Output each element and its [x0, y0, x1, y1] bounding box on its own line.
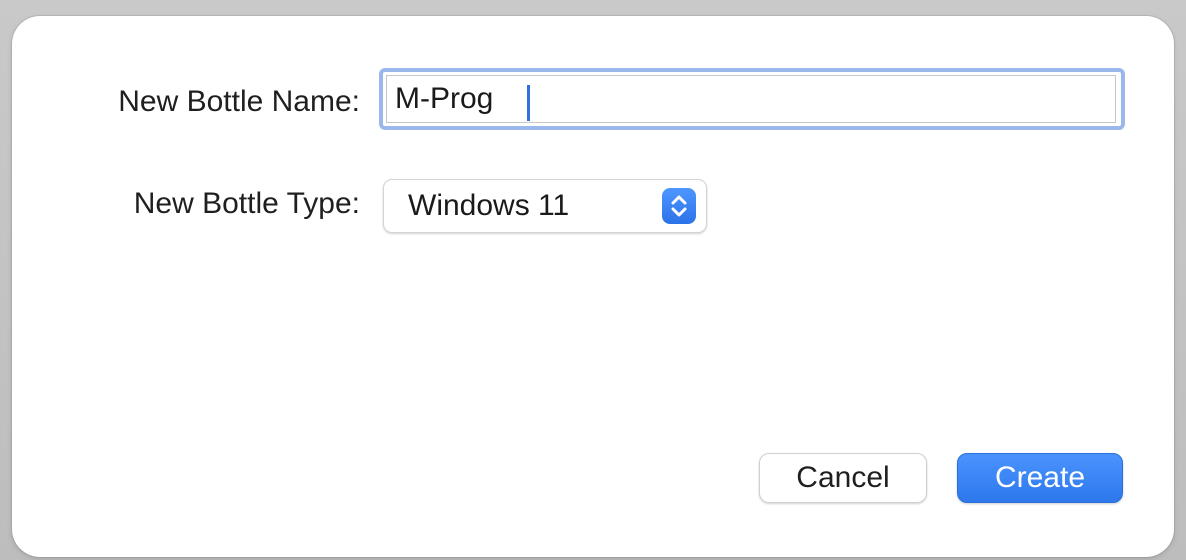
chevron-up-down-icon[interactable]	[662, 188, 696, 224]
bottle-name-field[interactable]	[379, 68, 1125, 130]
bottle-name-label: New Bottle Name:	[118, 85, 360, 118]
new-bottle-dialog: New Bottle Name: New Bottle Type: Window…	[12, 16, 1174, 557]
bottle-type-label: New Bottle Type:	[133, 187, 360, 220]
bottle-name-input[interactable]	[386, 75, 1116, 123]
create-button[interactable]: Create	[957, 453, 1123, 503]
text-caret	[527, 85, 530, 121]
bottle-type-selected-value: Windows 11	[408, 189, 570, 222]
bottle-type-popup[interactable]: Windows 11	[383, 179, 707, 233]
cancel-button[interactable]: Cancel	[759, 453, 927, 503]
